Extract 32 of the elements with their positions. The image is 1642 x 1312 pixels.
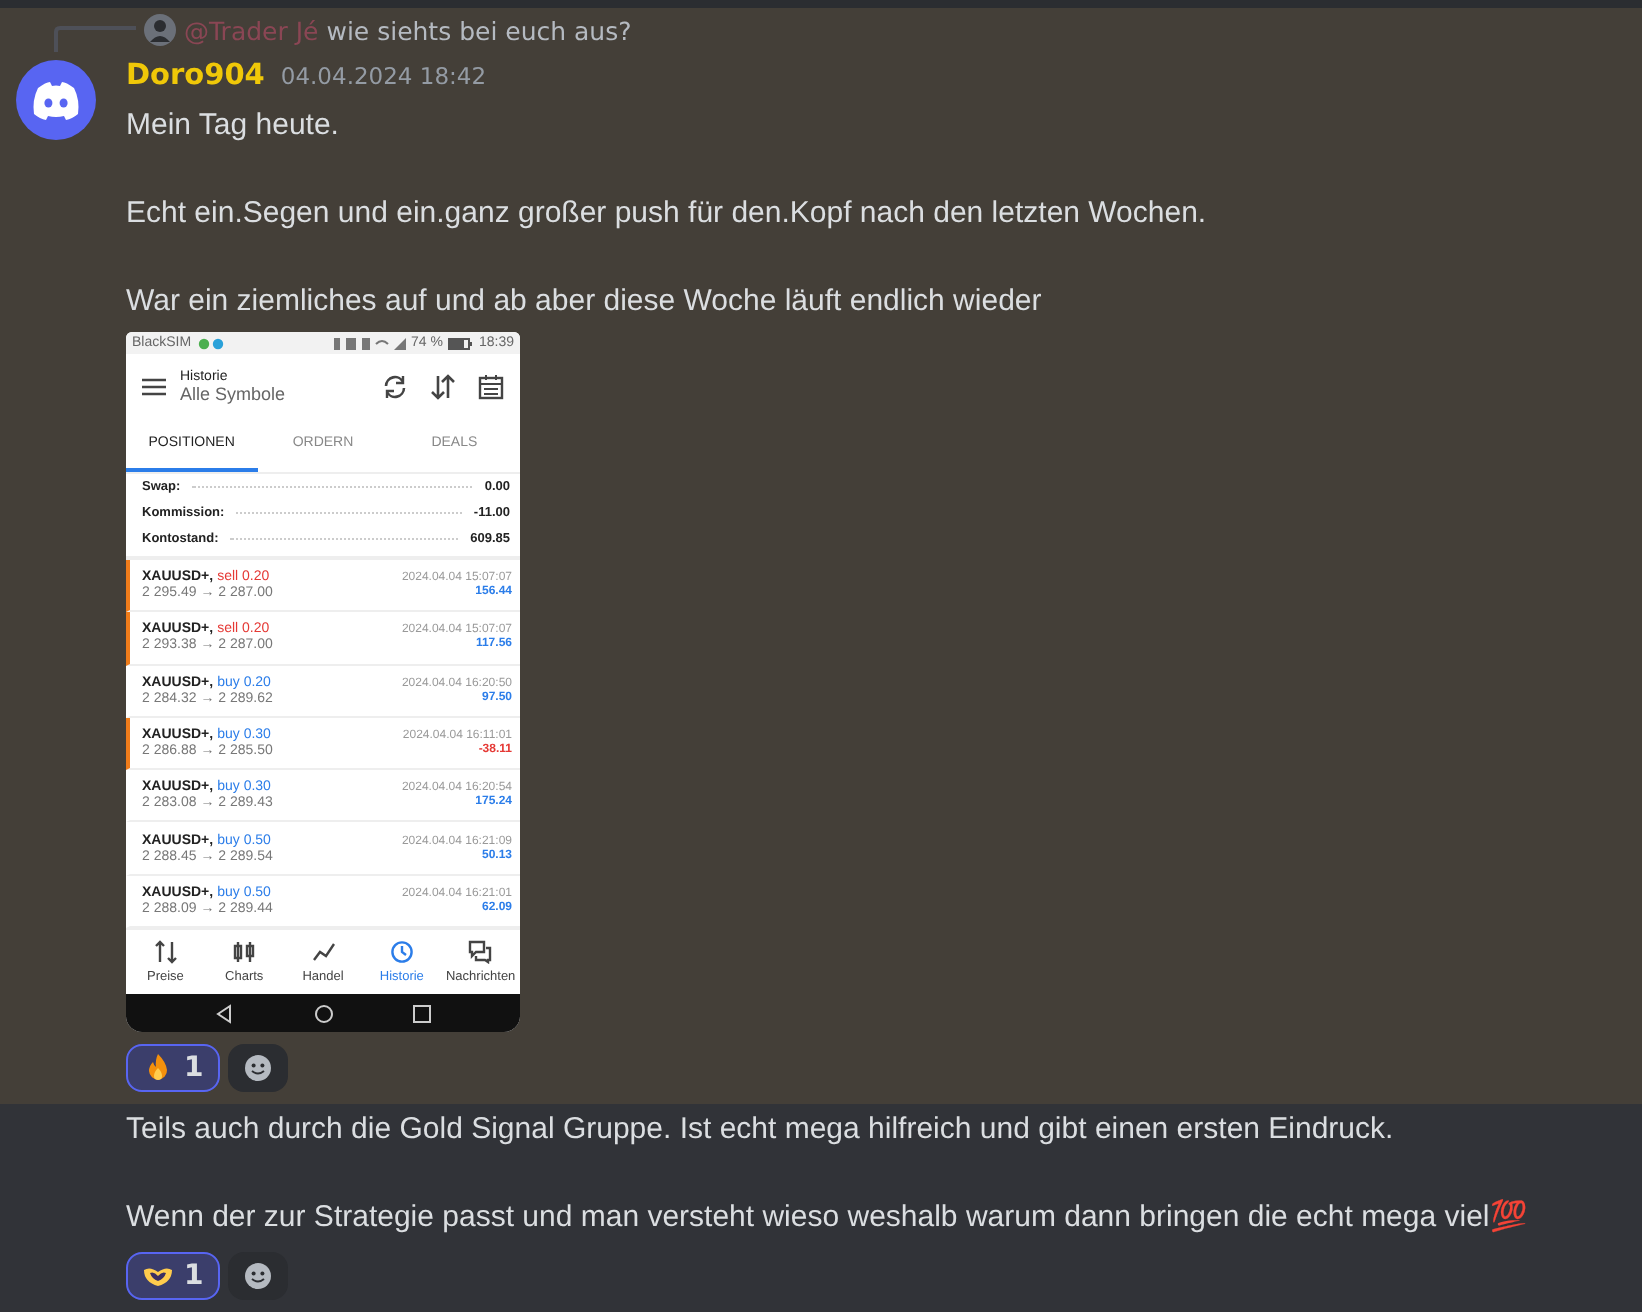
message-text: Mein Tag heute. xyxy=(126,106,341,146)
smiley-icon xyxy=(243,1054,272,1082)
add-reaction-button[interactable] xyxy=(227,1252,288,1300)
up-down-arrows-icon xyxy=(153,940,178,965)
refresh-icon[interactable] xyxy=(382,374,408,400)
avatar-icon[interactable] xyxy=(16,60,96,140)
chat-bubbles-icon xyxy=(468,940,493,965)
battery-icon xyxy=(448,337,473,349)
app-icons xyxy=(197,337,226,349)
message-text: War ein ziemliches auf und ab aber diese Woche läuft endlich wieder xyxy=(126,282,1044,322)
author-name[interactable]: Doro904 xyxy=(126,60,265,92)
reaction-button[interactable]: 1 xyxy=(126,1044,220,1092)
message-text: Teils auch durch die Gold Signal Gruppe. Ist echt mega hilfreich und gibt einen ersten Eindruck. xyxy=(126,1110,1396,1150)
menu-icon[interactable] xyxy=(142,378,166,396)
reply-text: wie siehts bei euch aus? xyxy=(326,15,632,45)
calendar-icon[interactable] xyxy=(478,374,504,400)
candlestick-icon xyxy=(232,940,257,965)
reaction-button[interactable]: 1 xyxy=(126,1252,220,1300)
status-icons xyxy=(333,337,405,349)
reply-connector xyxy=(52,24,136,52)
timestamp: 04.04.2024 18:42 xyxy=(280,62,487,90)
screen-subtitle: Alle Symbole xyxy=(180,384,288,404)
screenshot-attachment[interactable] xyxy=(126,332,520,1032)
add-reaction-button[interactable] xyxy=(227,1044,288,1092)
clock-icon xyxy=(389,940,414,965)
system-nav-buttons[interactable] xyxy=(213,1003,433,1023)
line-chart-icon xyxy=(311,940,336,965)
smiley-icon xyxy=(243,1262,272,1290)
message-text: Echt ein.Segen und ein.ganz großer push für den.Kopf nach den letzten Wochen. xyxy=(126,194,1207,234)
sort-icon[interactable] xyxy=(430,374,456,400)
message-text: Wenn der zur Strategie passt und man versteht wieso weshalb warum dann bringen die echt mega viel💯 xyxy=(126,1197,1530,1238)
avatar-icon xyxy=(144,14,176,46)
